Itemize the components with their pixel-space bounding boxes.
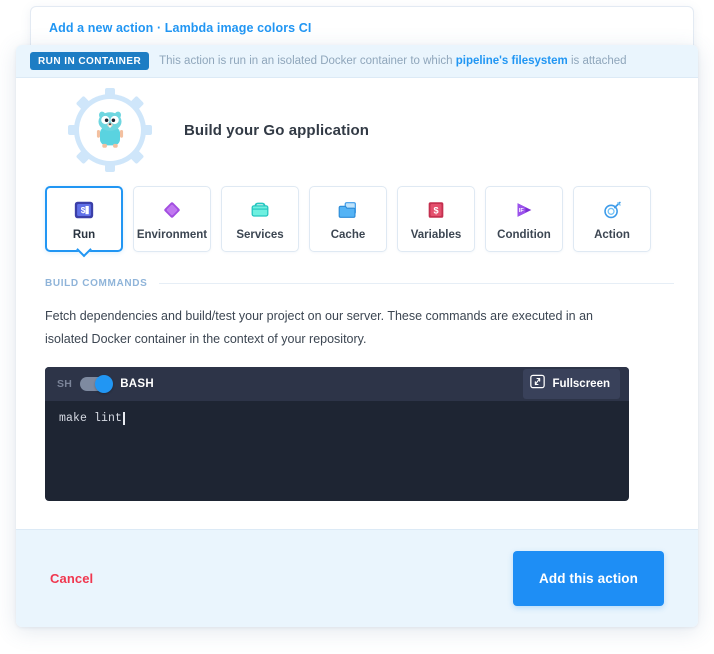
tab-cache[interactable]: Cache [309, 186, 387, 252]
terminal-prompt-icon: $ [72, 198, 96, 222]
tab-action-label: Action [594, 228, 630, 241]
run-in-container-badge: RUN IN CONTAINER [30, 52, 150, 70]
svg-text:$: $ [81, 206, 86, 215]
build-commands-title: BUILD COMMANDS [45, 278, 148, 289]
tab-run[interactable]: $ Run [45, 186, 123, 252]
if-play-icon: IF [512, 198, 536, 222]
page-root: Add a new action · Lambda image colors C… [0, 0, 714, 654]
command-text: make lint [59, 412, 123, 426]
breadcrumb-title[interactable]: Add a new action · Lambda image colors C… [49, 21, 311, 35]
page-title: Build your Go application [184, 121, 370, 139]
cancel-button[interactable]: Cancel [50, 571, 93, 586]
svg-text:IF: IF [519, 207, 525, 213]
folder-icon [336, 198, 360, 222]
modal-footer: Cancel Add this action [16, 529, 698, 627]
svg-text:$: $ [434, 205, 439, 215]
fullscreen-button[interactable]: Fullscreen [523, 369, 620, 400]
banner-text-before: This action is run in an isolated Docker… [159, 55, 456, 67]
banner-description: This action is run in an isolated Docker… [159, 55, 626, 67]
banner-text-after: is attached [567, 55, 627, 67]
add-action-modal: RUN IN CONTAINER This action is run in a… [16, 45, 698, 627]
build-commands-description: Fetch dependencies and build/test your p… [45, 309, 594, 347]
tab-condition-label: Condition [497, 228, 551, 241]
fullscreen-expand-icon [530, 374, 546, 394]
tab-condition[interactable]: IF Condition [485, 186, 563, 252]
tab-variables[interactable]: $ Variables [397, 186, 475, 252]
tab-action[interactable]: Action [573, 186, 651, 252]
action-tabs: $ Run Environment Services Cache $ Varia… [40, 186, 674, 252]
add-this-action-button[interactable]: Add this action [513, 551, 664, 606]
shell-switch[interactable] [80, 375, 114, 394]
tab-services-label: Services [236, 228, 284, 241]
command-line[interactable]: make lint [59, 412, 615, 426]
toolbox-icon [248, 198, 272, 222]
run-in-container-banner: RUN IN CONTAINER This action is run in a… [16, 45, 698, 78]
tab-cache-label: Cache [330, 228, 366, 241]
command-editor-toolbar: SH BASH Fullscreen [45, 367, 629, 402]
go-gopher-gear-icon [68, 88, 152, 172]
shell-bash-label: BASH [120, 378, 154, 391]
tab-variables-label: Variables [410, 228, 462, 241]
pipeline-filesystem-link[interactable]: pipeline's filesystem [456, 55, 568, 67]
action-icon [600, 198, 624, 222]
tab-services[interactable]: Services [221, 186, 299, 252]
tab-run-label: Run [72, 228, 96, 241]
shell-sh-label: SH [57, 378, 73, 391]
variables-book-icon: $ [424, 198, 448, 222]
tab-environment[interactable]: Environment [133, 186, 211, 252]
command-input-area[interactable]: make lint [45, 401, 629, 501]
shell-type-toggle[interactable]: SH BASH [57, 375, 154, 394]
command-editor: SH BASH Fullscreen make lint [45, 367, 629, 502]
heading-divider [159, 283, 674, 284]
shell-switch-knob [95, 375, 114, 394]
modal-body: Build your Go application $ Run Environm… [16, 78, 698, 529]
diamond-icon [160, 198, 184, 222]
build-commands-heading: BUILD COMMANDS [40, 278, 674, 289]
tab-environment-label: Environment [136, 228, 208, 241]
fullscreen-label: Fullscreen [552, 378, 610, 391]
action-header: Build your Go application [40, 78, 674, 182]
text-caret [123, 412, 125, 426]
